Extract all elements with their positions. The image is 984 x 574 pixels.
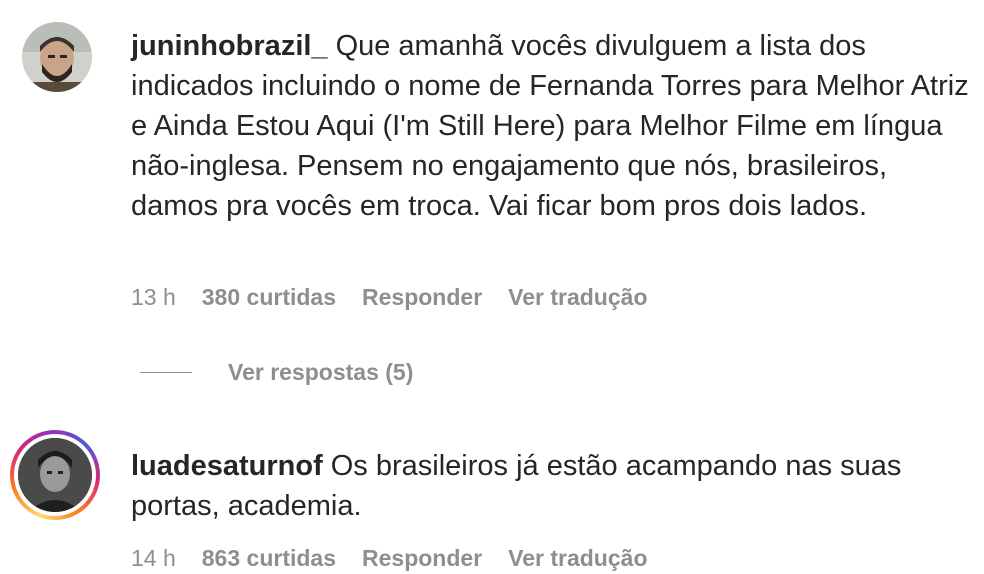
comment-username[interactable]: juninhobrazil_ — [131, 30, 328, 62]
avatar[interactable] — [22, 22, 92, 92]
view-replies-button[interactable]: Ver respostas (5) — [140, 359, 413, 386]
comment-meta: 13 h 380 curtidas Responder Ver tradução — [131, 284, 674, 311]
story-ring[interactable] — [10, 430, 100, 520]
translate-button[interactable]: Ver tradução — [508, 545, 647, 572]
reply-button[interactable]: Responder — [362, 284, 482, 311]
comment-meta: 14 h 863 curtidas Responder Ver tradução — [131, 545, 674, 572]
avatar — [18, 438, 92, 512]
reply-button[interactable]: Responder — [362, 545, 482, 572]
likes-count[interactable]: 380 curtidas — [202, 284, 336, 311]
comment-time[interactable]: 14 h — [131, 545, 176, 572]
replies-divider — [140, 372, 192, 373]
comment-username[interactable]: luadesaturnof — [131, 450, 323, 482]
view-replies-label: Ver respostas (5) — [228, 359, 414, 385]
comment-text-block: luadesaturnof Os brasileiros já estão aca… — [131, 446, 971, 526]
comment-time[interactable]: 13 h — [131, 284, 176, 311]
translate-button[interactable]: Ver tradução — [508, 284, 647, 311]
comment-text-block: juninhobrazil_ Que amanhã vocês divulguem… — [131, 26, 971, 226]
likes-count[interactable]: 863 curtidas — [202, 545, 336, 572]
user-avatar-icon — [18, 438, 92, 512]
user-avatar-icon — [22, 22, 92, 92]
